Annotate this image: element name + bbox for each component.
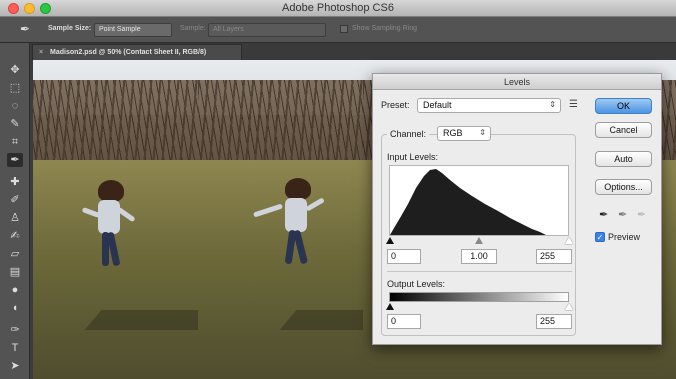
gradient-tool-icon[interactable]: ▤ (7, 265, 23, 279)
gray-eyedropper-icon[interactable]: ✒ (618, 208, 627, 221)
sample-label: Sample: (180, 25, 206, 32)
show-sampling-ring-checkbox[interactable] (340, 25, 348, 33)
input-gamma-field[interactable]: 1.00 (461, 249, 497, 264)
show-sampling-ring-label: Show Sampling Ring (352, 25, 417, 32)
input-gamma-slider[interactable] (475, 237, 483, 244)
input-black-field[interactable]: 0 (387, 249, 421, 264)
document-tab-bar: × Madison2.psd @ 50% (Contact Sheet II, … (30, 43, 676, 60)
preview-checkbox[interactable]: ✓ (595, 232, 605, 242)
input-levels-label: Input Levels: (387, 152, 439, 162)
preset-value: Default (423, 100, 452, 110)
channel-value: RGB (443, 128, 463, 138)
tools-panel: ✥ ⬚ ◌ ✎ ⌗ ✒ ✚ ✐ ♙ ✍ ▱ ▤ ● ◖ ✑ T ➤ (0, 43, 30, 379)
preview-label: Preview (608, 232, 641, 242)
channel-label: Channel: (387, 129, 430, 139)
histogram-graph (390, 169, 546, 235)
brush-tool-icon[interactable]: ✐ (7, 193, 23, 207)
auto-button[interactable]: Auto (595, 151, 652, 167)
blur-tool-icon[interactable]: ● (7, 283, 23, 297)
app-title: Adobe Photoshop CS6 (282, 2, 394, 14)
history-brush-tool-icon[interactable]: ✍ (7, 229, 23, 243)
input-black-slider[interactable] (386, 237, 394, 244)
output-black-field[interactable]: 0 (387, 314, 421, 329)
eyedropper-tool-icon[interactable]: ✒ (7, 153, 23, 167)
eyedropper-icon[interactable]: ✒ (20, 22, 36, 38)
document-tab-title: Madison2.psd @ 50% (Contact Sheet II, RG… (50, 49, 207, 56)
window-titlebar: Adobe Photoshop CS6 (0, 0, 676, 17)
histogram (389, 165, 569, 236)
photo-frame-1 (33, 60, 222, 379)
input-white-slider[interactable] (565, 237, 573, 244)
preset-options-icon[interactable]: ☰ (569, 99, 578, 110)
document-tab[interactable]: × Madison2.psd @ 50% (Contact Sheet II, … (32, 44, 242, 60)
pen-tool-icon[interactable]: ✑ (7, 323, 23, 337)
select-arrows-icon: ⇕ (479, 128, 486, 137)
black-eyedropper-icon[interactable]: ✒ (599, 208, 608, 221)
output-gradient (389, 292, 569, 302)
select-arrows-icon: ⇕ (549, 100, 556, 109)
crop-tool-icon[interactable]: ⌗ (7, 135, 23, 149)
marquee-tool-icon[interactable]: ⬚ (7, 81, 23, 95)
output-black-slider[interactable] (386, 303, 394, 310)
input-white-field[interactable]: 255 (536, 249, 572, 264)
output-levels-label: Output Levels: (387, 279, 446, 289)
ok-button[interactable]: OK (595, 98, 652, 114)
photo-frame-2 (198, 60, 417, 379)
options-button[interactable]: Options... (595, 179, 652, 195)
levels-divider (387, 271, 572, 272)
sample-select[interactable]: All Layers (208, 23, 326, 37)
sample-size-select[interactable]: Point Sample (94, 23, 172, 37)
healing-brush-tool-icon[interactable]: ✚ (7, 175, 23, 189)
sample-size-label: Sample Size: (48, 25, 92, 32)
eraser-tool-icon[interactable]: ▱ (7, 247, 23, 261)
dodge-tool-icon[interactable]: ◖ (7, 301, 23, 315)
preset-select[interactable]: Default ⇕ (417, 98, 561, 113)
white-eyedropper-icon[interactable]: ✒ (637, 208, 646, 221)
output-white-field[interactable]: 255 (536, 314, 572, 329)
clone-stamp-tool-icon[interactable]: ♙ (7, 211, 23, 225)
preset-label: Preset: (381, 100, 410, 110)
levels-dialog-title: Levels (373, 74, 661, 90)
path-selection-tool-icon[interactable]: ➤ (7, 359, 23, 373)
quick-select-tool-icon[interactable]: ✎ (7, 117, 23, 131)
channel-select[interactable]: RGB ⇕ (437, 126, 491, 141)
cancel-button[interactable]: Cancel (595, 122, 652, 138)
options-bar: ✒ Sample Size: Point Sample Sample: All … (0, 17, 676, 43)
output-white-slider[interactable] (565, 303, 573, 310)
lasso-tool-icon[interactable]: ◌ (7, 99, 23, 113)
move-tool-icon[interactable]: ✥ (7, 63, 23, 77)
type-tool-icon[interactable]: T (7, 341, 23, 355)
levels-dialog: Levels Preset: Default ⇕ ☰ OK Cancel Aut… (372, 73, 662, 345)
close-tab-icon[interactable]: × (39, 49, 43, 56)
